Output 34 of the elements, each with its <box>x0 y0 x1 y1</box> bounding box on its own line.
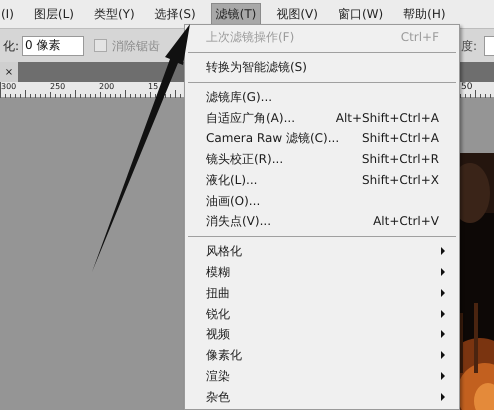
menu-item[interactable]: 镜头校正(R)... Shift+Ctrl+R <box>185 148 459 170</box>
menu-item[interactable]: (I) <box>0 3 19 25</box>
menu-item[interactable]: 类型(Y) <box>88 3 140 25</box>
menu-item[interactable]: 选择(S) <box>150 3 201 25</box>
ruler-label: 300 <box>1 82 16 92</box>
feather-field[interactable]: 0 像素 <box>22 36 84 56</box>
menu-item[interactable]: 自适应广角(A)... Alt+Shift+Ctrl+A <box>185 107 459 128</box>
menu-item[interactable]: 窗口(W) <box>332 3 388 25</box>
menu-item[interactable]: 风格化 <box>185 240 459 262</box>
ruler-label: 200 <box>99 82 114 92</box>
field-label: 度: <box>461 38 478 54</box>
feather-label: 化: <box>3 38 20 54</box>
menu-item[interactable]: 锐化 <box>185 303 459 324</box>
menu-item[interactable]: 视频 <box>185 324 459 345</box>
menu-item[interactable]: 视图(V) <box>271 3 323 25</box>
menu-item[interactable]: 帮助(H) <box>398 3 451 25</box>
menu-item[interactable]: Camera Raw 滤镜(C)... Shift+Ctrl+A <box>185 128 459 149</box>
menu-item[interactable]: 杂色 <box>185 386 459 407</box>
menu-item[interactable]: 消失点(V)... Alt+Ctrl+V <box>185 211 459 232</box>
ruler-label: 50 <box>461 82 474 92</box>
menu-item[interactable]: 图层(L) <box>28 3 79 25</box>
menu-item[interactable]: 滤镜库(G)... <box>185 86 459 108</box>
menu-item[interactable]: 渲染 <box>185 365 459 386</box>
menu-item[interactable]: 滤镜(T) <box>210 3 262 25</box>
menu-item[interactable]: 液化(L)... Shift+Ctrl+X <box>185 170 459 190</box>
checkbox-label: 消除锯齿 <box>112 38 160 54</box>
menu-item[interactable]: 像素化 <box>185 344 459 366</box>
menu-item[interactable]: 模糊 <box>185 262 459 282</box>
ruler-label: 250 <box>50 82 66 92</box>
tab-close-button[interactable]: × <box>0 62 18 82</box>
ruler-label: 15 <box>148 82 158 92</box>
menu-item[interactable]: 扭曲 <box>185 282 459 304</box>
menu-item[interactable]: 油画(O)... <box>185 190 459 212</box>
menu-item[interactable]: 转换为智能滤镜(S) <box>185 56 459 78</box>
